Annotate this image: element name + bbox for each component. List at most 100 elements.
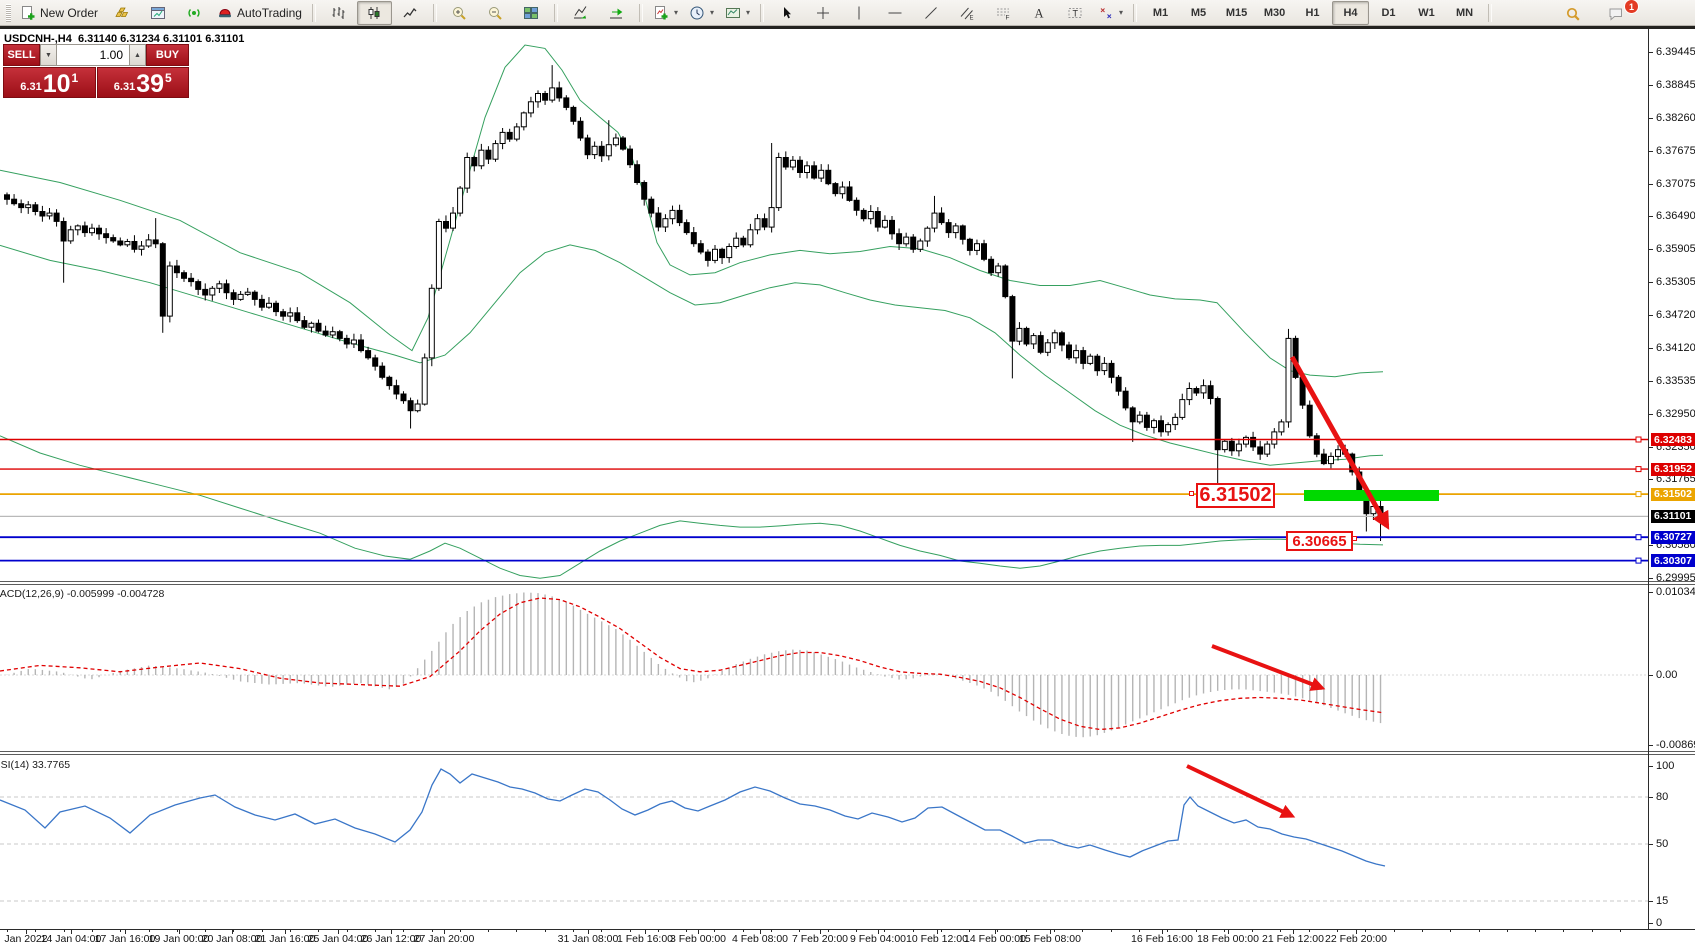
timeframe-w1-button[interactable]: W1	[1408, 1, 1445, 25]
zoom-in-button[interactable]	[442, 1, 477, 25]
line-handle[interactable]	[1636, 535, 1641, 540]
volume-down-button[interactable]: ▼	[40, 44, 57, 66]
trendline-icon	[923, 5, 939, 21]
one-click-trading-panel: SELL ▼ 1.00 ▲ BUY 6.31 10 1 6.31 39 5	[3, 44, 189, 98]
chart-shift-button[interactable]	[599, 1, 634, 25]
volume-up-button[interactable]: ▲	[129, 44, 146, 66]
new-order-button[interactable]: New Order	[15, 1, 103, 25]
sell-price-button[interactable]: 6.31 10 1	[3, 67, 96, 98]
timeframe-h4-button[interactable]: H4	[1332, 1, 1369, 25]
search-icon	[1565, 6, 1581, 22]
price-axis-label: 6.35905	[1656, 243, 1695, 255]
zoom-in-icon	[451, 5, 467, 21]
time-axis-label: 10 Feb 12:00	[906, 933, 968, 945]
volume-input[interactable]: 1.00	[57, 44, 129, 66]
channel-button[interactable]: E	[949, 1, 984, 25]
price-tag: 6.32483	[1651, 433, 1695, 446]
search-button[interactable]	[1555, 2, 1590, 26]
buy-price-big: 39	[136, 73, 164, 95]
price-annotation-box[interactable]: 6.31502	[1196, 483, 1275, 508]
annotation-anchor[interactable]	[1352, 536, 1357, 541]
line-handle[interactable]	[1636, 467, 1641, 472]
zoom-out-button[interactable]	[478, 1, 513, 25]
auto-scroll-icon	[572, 5, 588, 21]
candle-chart-button[interactable]	[357, 1, 392, 25]
time-axis-label: 27 Jan 20:00	[414, 933, 475, 945]
toolbar-grip[interactable]	[6, 4, 11, 22]
candle-chart-icon	[366, 5, 382, 21]
fibonacci-button[interactable]: F	[985, 1, 1020, 25]
autotrading-icon	[217, 5, 233, 21]
autotrading-label: AutoTrading	[237, 6, 302, 20]
arrows-button[interactable]: ▾	[1093, 1, 1128, 25]
text-button[interactable]: A	[1021, 1, 1056, 25]
sell-button[interactable]: SELL	[3, 44, 40, 66]
buy-price-button[interactable]: 6.31 39 5	[97, 67, 190, 98]
crosshair-button[interactable]	[805, 1, 840, 25]
toolbar-right: 1	[1555, 2, 1633, 26]
timeframe-m15-button[interactable]: M15	[1218, 1, 1255, 25]
indicators-button[interactable]: ▾	[648, 1, 683, 25]
new-order-label: New Order	[40, 6, 98, 20]
timeframe-d1-button[interactable]: D1	[1370, 1, 1407, 25]
main-chart[interactable]	[0, 29, 1648, 581]
templates-button[interactable]: ▾	[720, 1, 755, 25]
price-axis[interactable]: 6.394456.388456.382606.376756.370756.364…	[1648, 29, 1695, 929]
macd-histogram	[7, 593, 1381, 738]
rsi-label: RSI(14) 33.7765	[0, 759, 70, 771]
auto-scroll-button[interactable]	[563, 1, 598, 25]
line-handle[interactable]	[1636, 558, 1641, 563]
chevron-down-icon: ▾	[746, 8, 750, 17]
tile-windows-button[interactable]	[514, 1, 549, 25]
timeframe-h1-button[interactable]: H1	[1294, 1, 1331, 25]
macd-label: MACD(12,26,9) -0.005999 -0.004728	[0, 588, 164, 600]
annotation-anchor[interactable]	[1189, 491, 1194, 496]
line-chart-button[interactable]	[393, 1, 428, 25]
timeframe-mn-button[interactable]: MN	[1446, 1, 1483, 25]
signal-button[interactable]	[176, 1, 211, 25]
bar-chart-button[interactable]	[321, 1, 356, 25]
cursor-icon	[779, 5, 795, 21]
toolbar-separator	[1133, 4, 1137, 22]
arrows-icon	[1098, 5, 1114, 21]
price-annotation-box[interactable]: 6.30665	[1286, 531, 1353, 551]
time-axis-label: 16 Feb 16:00	[1131, 933, 1193, 945]
gold-button[interactable]	[104, 1, 139, 25]
time-axis-label: 7 Feb 20:00	[792, 933, 848, 945]
chat-icon	[1608, 6, 1624, 22]
notifications-button[interactable]: 1	[1598, 2, 1633, 26]
rsi-axis-label: 80	[1656, 791, 1668, 803]
buy-price-small: 6.31	[114, 81, 135, 93]
buy-button[interactable]: BUY	[146, 44, 189, 66]
price-axis-label: 6.34720	[1656, 309, 1695, 321]
vline-button[interactable]	[841, 1, 876, 25]
periods-button[interactable]: ▾	[684, 1, 719, 25]
macd-signal-line	[0, 598, 1383, 730]
hline-button[interactable]	[877, 1, 912, 25]
chevron-down-icon: ▾	[710, 8, 714, 17]
time-axis-label: 18 Feb 00:00	[1197, 933, 1259, 945]
sell-price-sup: 1	[72, 71, 79, 85]
time-axis-label: 15 Feb 08:00	[1019, 933, 1081, 945]
line-handle[interactable]	[1636, 492, 1641, 497]
text-label-icon: T	[1067, 5, 1083, 21]
macd-panel[interactable]	[0, 585, 1648, 751]
timeframe-m30-button[interactable]: M30	[1256, 1, 1293, 25]
autotrading-button[interactable]: AutoTrading	[212, 1, 307, 25]
chevron-down-icon: ▾	[1119, 8, 1123, 17]
time-axis-label: 21 Jan 16:00	[255, 933, 316, 945]
timeframe-m5-button[interactable]: M5	[1180, 1, 1217, 25]
text-label-button[interactable]: T	[1057, 1, 1092, 25]
cursor-button[interactable]	[769, 1, 804, 25]
trendline-button[interactable]	[913, 1, 948, 25]
fibonacci-icon: F	[995, 5, 1011, 21]
market-window-button[interactable]	[140, 1, 175, 25]
rsi-panel[interactable]	[0, 755, 1648, 929]
periods-icon	[689, 5, 705, 21]
line-handle[interactable]	[1636, 437, 1641, 442]
time-axis-label: 1 Feb 16:00	[617, 933, 673, 945]
timeframe-m1-button[interactable]: M1	[1142, 1, 1179, 25]
rsi-axis-label: 50	[1656, 838, 1668, 850]
macd-axis-label: 0.00	[1656, 669, 1677, 681]
macd-axis-label: -0.008696	[1656, 739, 1695, 751]
